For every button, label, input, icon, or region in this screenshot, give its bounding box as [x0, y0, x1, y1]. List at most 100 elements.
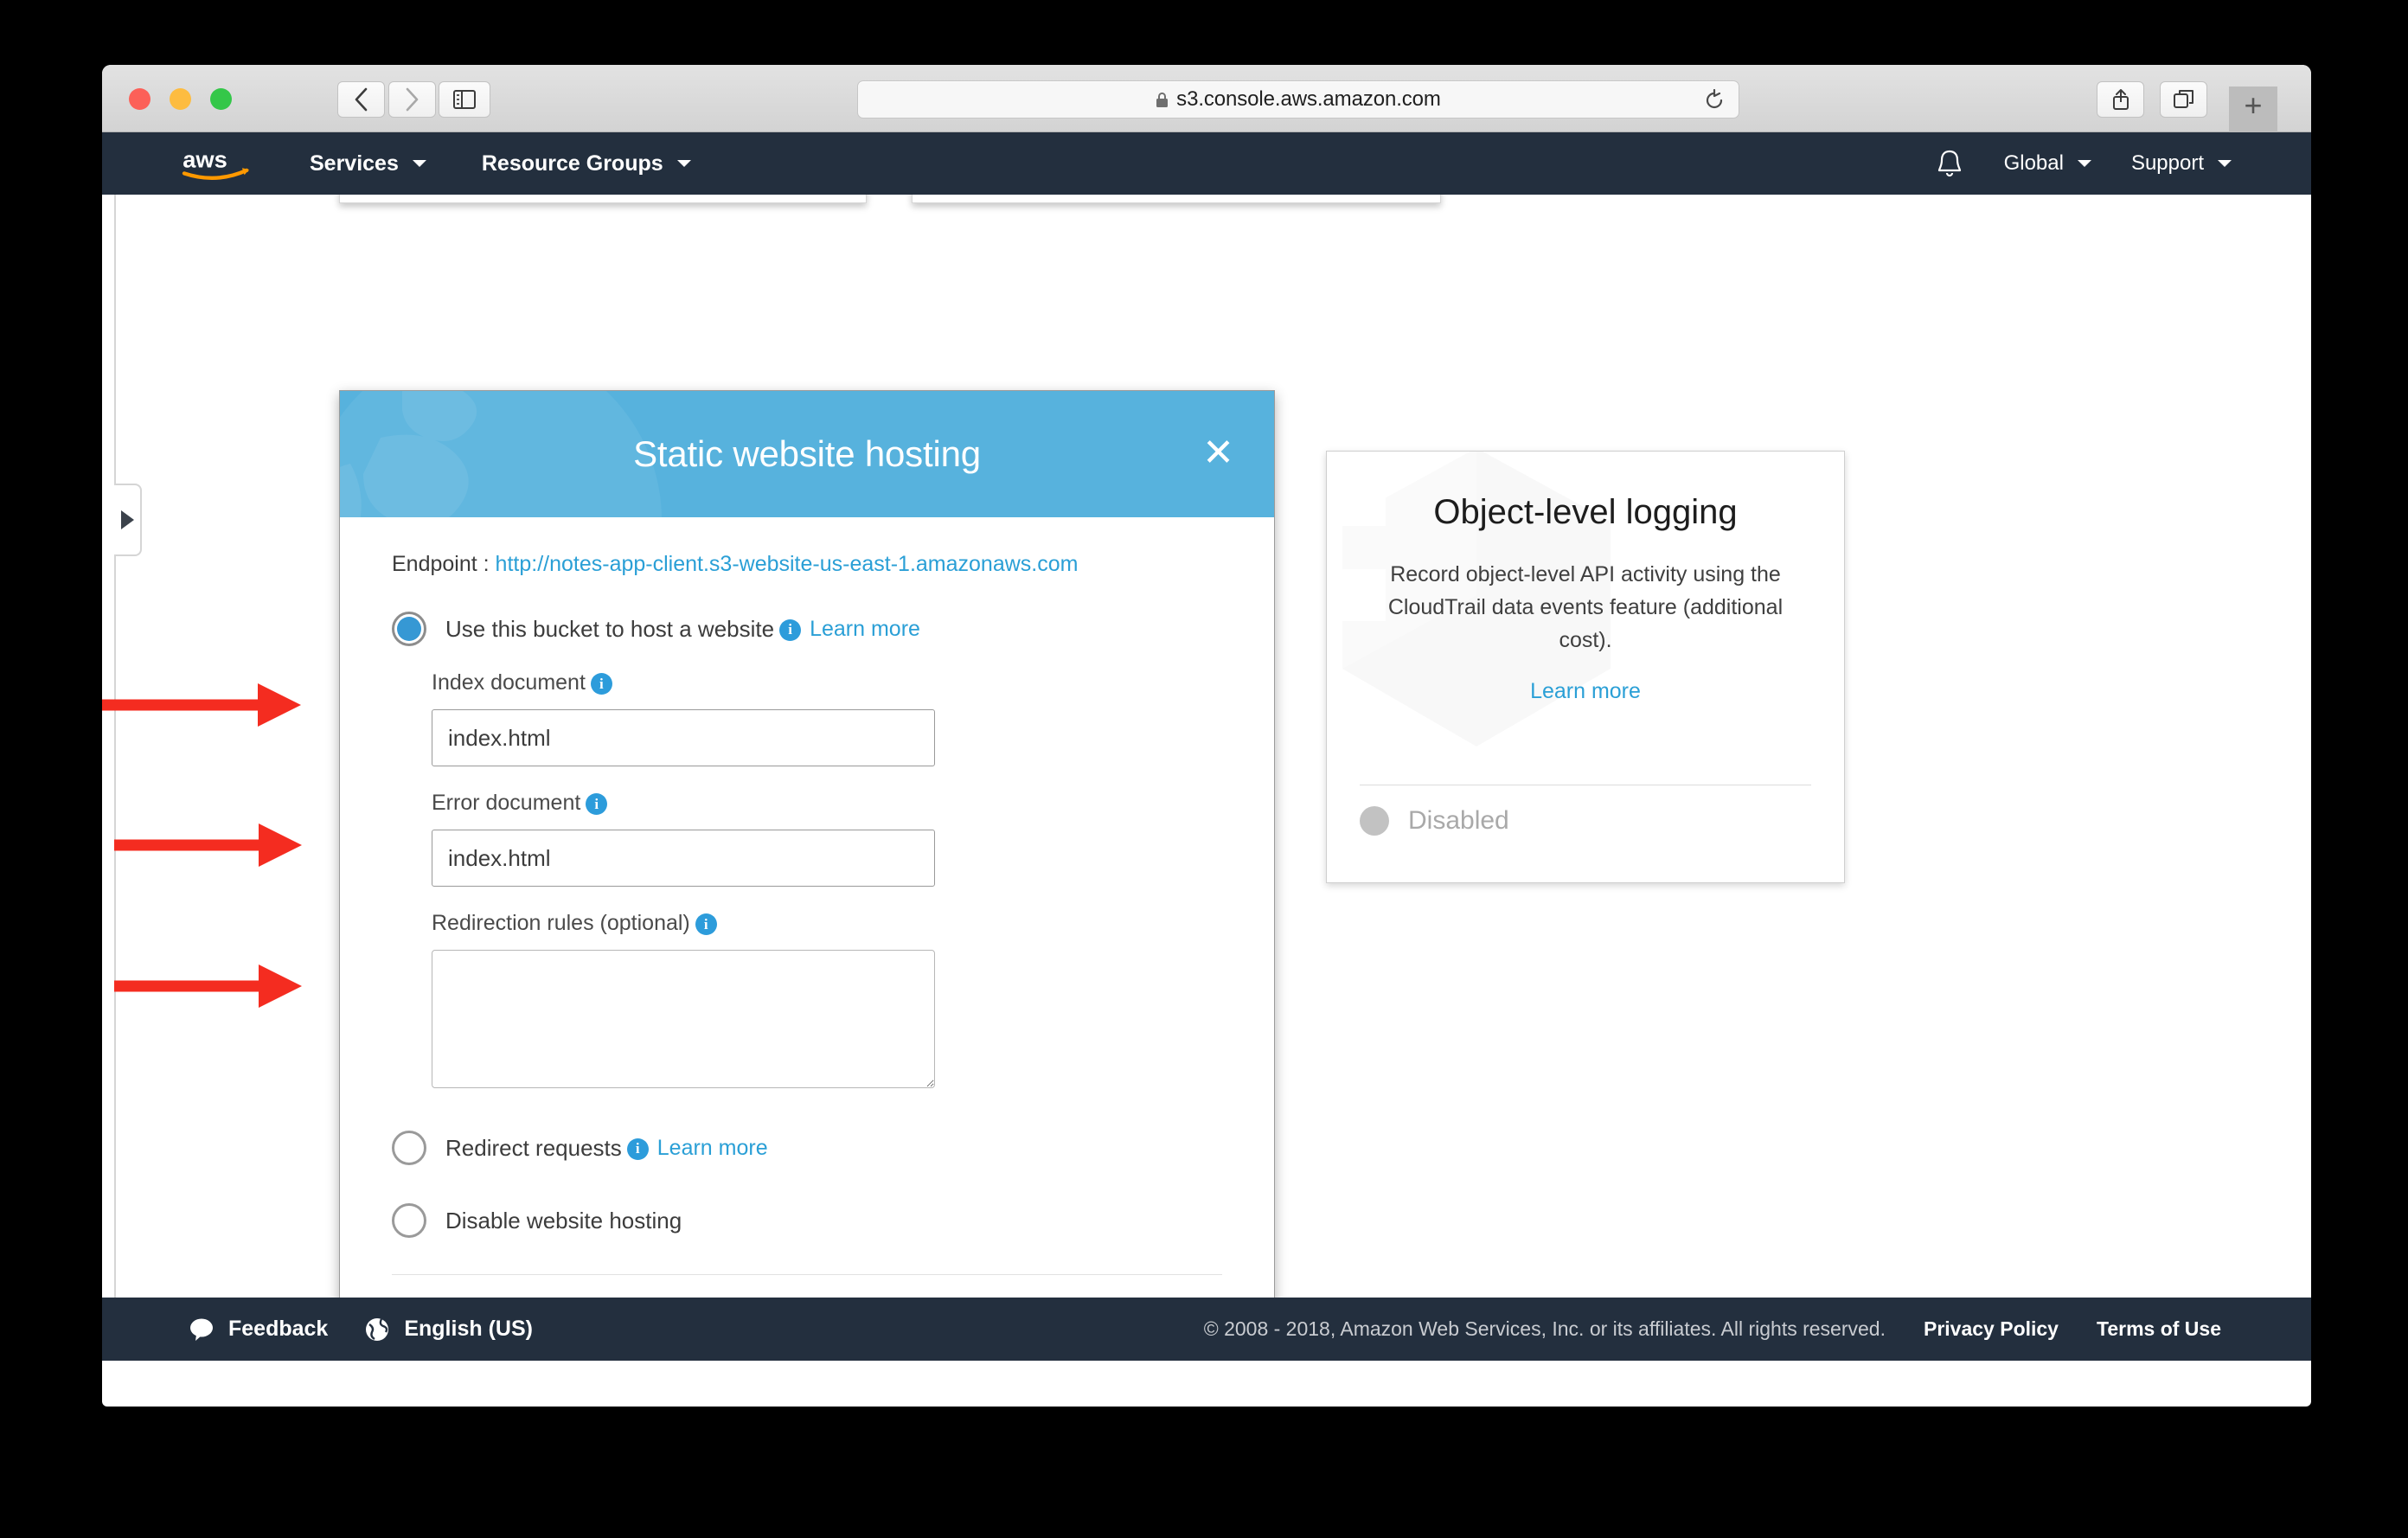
navigation-buttons	[337, 81, 436, 118]
offscreen-card-top-right	[912, 195, 1441, 203]
host-website-radio[interactable]: Use this bucket to host a website i Lear…	[392, 612, 1222, 646]
status-badge: Disabled	[1408, 806, 1509, 835]
browser-titlebar: s3.console.aws.amazon.com +	[102, 65, 2311, 136]
endpoint-label: Endpoint :	[392, 552, 490, 576]
url-text: s3.console.aws.amazon.com	[1176, 87, 1441, 111]
host-website-text: Use this bucket to host a website	[445, 615, 775, 642]
static-website-hosting-dialog: Static website hosting ✕ Endpoint : http…	[339, 390, 1275, 1361]
globe-watermark-icon	[340, 391, 662, 517]
browser-actions	[2097, 81, 2207, 118]
maximize-window-button[interactable]	[210, 88, 232, 110]
svg-text:aws: aws	[183, 145, 227, 172]
footer-copyright: © 2008 - 2018, Amazon Web Services, Inc.…	[1203, 1317, 1886, 1340]
aws-footer: Feedback English (US) © 2008 - 2018, Ama…	[102, 1298, 2311, 1361]
reload-button[interactable]	[1704, 88, 1725, 116]
feedback-bubble-icon	[190, 1318, 213, 1341]
nav-right-group: Global Support	[1935, 148, 2232, 179]
host-website-learn-more-link[interactable]: Learn more	[810, 617, 920, 642]
endpoint-row: Endpoint : http://notes-app-client.s3-we…	[392, 552, 1222, 577]
object-level-logging-description: Record object-level API activity using t…	[1387, 562, 1784, 652]
show-tabs-button[interactable]	[2160, 81, 2207, 118]
footer-privacy-policy-link[interactable]: Privacy Policy	[1924, 1317, 2059, 1341]
host-website-label: Use this bucket to host a website i Lear…	[445, 616, 920, 643]
share-icon	[2112, 89, 2129, 110]
redirect-requests-radio[interactable]: Redirect requests i Learn more	[392, 1131, 1222, 1165]
sidebar-toggle-icon	[453, 90, 476, 109]
new-tab-button[interactable]: +	[2229, 87, 2277, 136]
close-window-button[interactable]	[129, 88, 150, 110]
annotation-arrow-host-website	[102, 683, 301, 727]
aws-top-navigation: aws Services Resource Groups Global Supp…	[102, 132, 2311, 195]
footer-language-selector[interactable]: English (US)	[364, 1317, 533, 1343]
footer-right-group: © 2008 - 2018, Amazon Web Services, Inc.…	[1204, 1317, 2221, 1341]
redirect-requests-label: Redirect requests i Learn more	[445, 1135, 768, 1162]
show-tabs-icon	[2173, 90, 2193, 108]
info-icon[interactable]: i	[626, 1137, 649, 1160]
globe-icon	[366, 1317, 389, 1341]
object-level-logging-status: Disabled	[1360, 806, 1509, 836]
redirection-rules-block: Redirection rules (optional) i	[432, 911, 1222, 1093]
annotation-arrow-index-document	[114, 823, 302, 867]
footer-feedback-label: Feedback	[228, 1317, 329, 1341]
radio-icon-host-website[interactable]	[392, 612, 426, 646]
nav-support[interactable]: Support	[2131, 151, 2232, 176]
chevron-down-icon	[412, 160, 426, 167]
nav-support-label: Support	[2130, 151, 2204, 175]
redirection-rules-textarea[interactable]	[432, 950, 935, 1088]
redirection-rules-label: Redirection rules (optional) i	[432, 911, 1222, 936]
chevron-right-icon	[120, 510, 134, 529]
index-document-input[interactable]	[432, 709, 935, 766]
disable-hosting-radio[interactable]: Disable website hosting	[392, 1203, 1222, 1238]
footer-terms-of-use-link[interactable]: Terms of Use	[2097, 1317, 2221, 1341]
index-document-label: Index document i	[432, 670, 1222, 695]
redirect-requests-learn-more-link[interactable]: Learn more	[657, 1136, 768, 1161]
nav-region-selector[interactable]: Global	[2004, 151, 2091, 176]
disable-hosting-label: Disable website hosting	[445, 1208, 682, 1234]
expand-sidebar-button[interactable]	[114, 484, 142, 556]
footer-language-label: English (US)	[404, 1317, 533, 1341]
error-document-input[interactable]	[432, 830, 935, 887]
sidebar-toggle-button[interactable]	[439, 81, 490, 118]
info-icon[interactable]: i	[779, 618, 802, 641]
lock-icon	[1156, 92, 1169, 108]
address-bar[interactable]: s3.console.aws.amazon.com	[857, 80, 1739, 119]
minimize-window-button[interactable]	[170, 88, 191, 110]
radio-icon-disable-hosting[interactable]	[392, 1203, 426, 1238]
status-dot-icon	[1360, 806, 1389, 836]
aws-logo[interactable]: aws	[178, 144, 254, 183]
endpoint-link[interactable]: http://notes-app-client.s3-website-us-ea…	[496, 552, 1079, 576]
share-button[interactable]	[2097, 81, 2144, 118]
nav-resource-groups-label: Resource Groups	[481, 151, 663, 176]
dialog-title: Static website hosting	[633, 433, 981, 474]
object-level-logging-title: Object-level logging	[1433, 493, 1738, 531]
disable-hosting-text: Disable website hosting	[445, 1207, 682, 1234]
info-icon[interactable]: i	[586, 793, 608, 815]
close-icon[interactable]: ✕	[1202, 434, 1234, 472]
back-button[interactable]	[337, 81, 385, 118]
window-controls	[129, 88, 232, 110]
nav-region-label: Global	[2003, 151, 2064, 175]
chevron-down-icon	[2077, 160, 2091, 167]
notification-bell-button[interactable]	[1935, 148, 1964, 179]
forward-button[interactable]	[388, 81, 436, 118]
footer-feedback-link[interactable]: Feedback	[189, 1317, 328, 1342]
offscreen-card-top-left	[339, 195, 867, 203]
nav-resource-groups[interactable]: Resource Groups	[482, 151, 691, 176]
info-icon[interactable]: i	[695, 913, 717, 935]
page-content: Static website hosting ✕ Endpoint : http…	[102, 195, 2311, 1361]
index-document-block: Index document i	[432, 670, 1222, 766]
info-icon[interactable]: i	[590, 673, 612, 695]
notification-bell-icon	[1937, 150, 1961, 177]
error-document-label: Error document i	[432, 791, 1222, 816]
object-level-logging-learn-more-link[interactable]: Learn more	[1530, 679, 1641, 704]
nav-services-label: Services	[310, 151, 399, 176]
radio-icon-redirect-requests[interactable]	[392, 1131, 426, 1165]
chevron-down-icon	[2218, 160, 2232, 167]
object-level-logging-card: Object-level logging Record object-level…	[1326, 451, 1845, 883]
dialog-header: Static website hosting ✕	[340, 391, 1274, 517]
reload-icon	[1706, 88, 1723, 109]
dialog-body: Endpoint : http://notes-app-client.s3-we…	[340, 517, 1274, 1275]
object-level-logging-content: Object-level logging Record object-level…	[1327, 452, 1844, 704]
nav-services[interactable]: Services	[310, 151, 426, 176]
footer-left-group: Feedback English (US)	[189, 1317, 533, 1343]
